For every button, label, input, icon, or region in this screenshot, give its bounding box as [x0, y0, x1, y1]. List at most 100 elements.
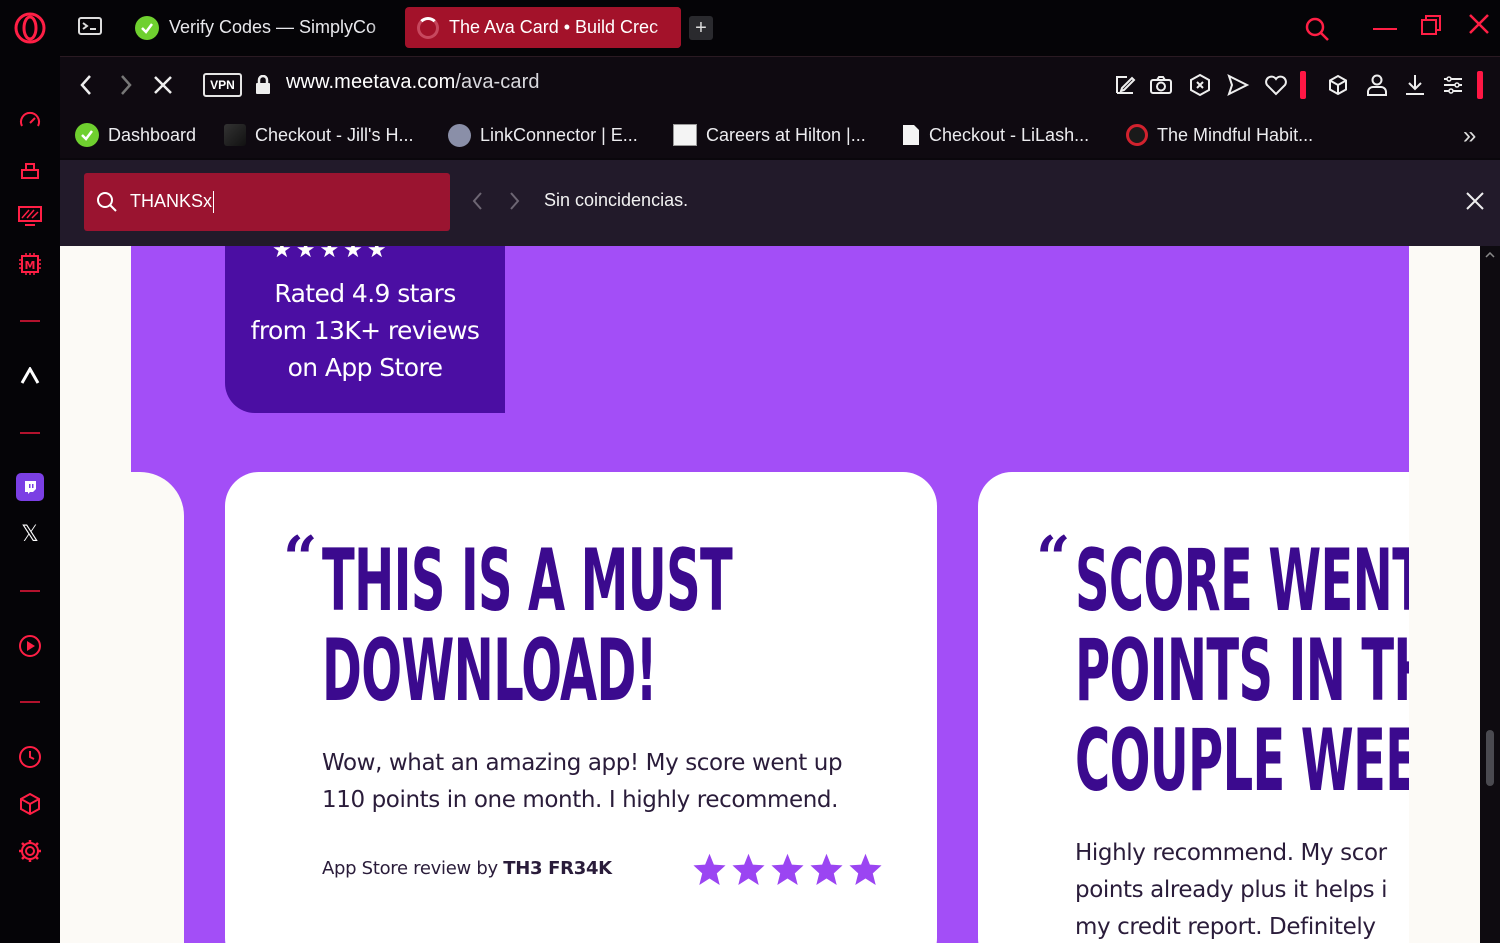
download-icon[interactable]: [1401, 71, 1429, 99]
bookmark-hilton[interactable]: Careers at Hilton |...: [673, 120, 866, 150]
aria-icon[interactable]: [12, 358, 48, 394]
history-icon[interactable]: [12, 739, 48, 775]
star-icon: [693, 853, 726, 886]
review-body: Wow, what an amazing app! My score went …: [322, 745, 843, 819]
tab-title: Verify Codes — SimplyCo: [169, 17, 377, 37]
review-stars: [692, 852, 883, 886]
bookmarks-bar: Dashboard Checkout - Jill's H... LinkCon…: [60, 112, 1500, 158]
sidebar-divider: [20, 590, 40, 592]
close-window-icon[interactable]: [1467, 12, 1491, 41]
vpn-badge[interactable]: VPN: [203, 73, 242, 97]
bookmark-dashboard[interactable]: Dashboard: [75, 120, 196, 150]
star-icon: [771, 853, 804, 886]
close-find-icon[interactable]: [1465, 191, 1485, 216]
search-icon: [97, 192, 117, 212]
find-previous-button[interactable]: [470, 190, 484, 217]
body-line: Highly recommend. My scor: [1075, 840, 1387, 866]
review-byline: App Store review by TH3 FR34K: [322, 858, 612, 879]
headline-line: COUPLE WEEI: [1075, 711, 1409, 811]
browser-window: M 𝕏 Verify Codes — SimplyCo The Ava Card…: [0, 0, 1500, 943]
find-input[interactable]: THANKSx: [84, 173, 450, 231]
forward-button[interactable]: [112, 71, 140, 99]
rating-line: Rated 4.9 stars: [274, 279, 456, 308]
scroll-up-icon[interactable]: [1485, 252, 1495, 258]
extensions-icon[interactable]: [12, 786, 48, 822]
rating-badge: ★★★★★ Rated 4.9 stars from 13K+ reviews …: [225, 246, 505, 413]
send-flow-icon[interactable]: [1224, 71, 1252, 99]
toolbar-divider: [1300, 71, 1306, 99]
document-icon: [903, 125, 919, 145]
find-next-button[interactable]: [508, 190, 522, 217]
web-page: ★★★★★ Rated 4.9 stars from 13K+ reviews …: [60, 246, 1480, 943]
linkconnector-icon: [448, 123, 471, 147]
bookmark-label: Checkout - LiLash...: [929, 124, 1090, 145]
bookmark-checkout-jills[interactable]: Checkout - Jill's H...: [224, 120, 413, 150]
snapshot-camera-icon[interactable]: [1147, 71, 1175, 99]
star-icon: [732, 853, 765, 886]
store-icon: [224, 124, 246, 146]
simplycodes-icon: [75, 123, 99, 147]
opera-logo-icon[interactable]: [12, 10, 48, 46]
ad-blocker-icon[interactable]: [1186, 71, 1214, 99]
rating-line: on App Store: [287, 353, 443, 382]
quote-mark-icon: “: [283, 524, 318, 594]
quote-mark-icon: “: [1036, 524, 1071, 594]
rating-stars-icon: ★★★★★: [272, 246, 391, 263]
lock-icon[interactable]: [255, 74, 271, 100]
loading-spinner-icon: [417, 16, 439, 39]
easy-setup-menu-icon[interactable]: [1439, 71, 1467, 99]
settings-gear-icon[interactable]: [12, 833, 48, 869]
byline-prefix: App Store review by: [322, 858, 504, 879]
url-path: /ava-card: [455, 71, 540, 93]
x-twitter-icon[interactable]: 𝕏: [12, 516, 48, 552]
extensions-cube-icon[interactable]: [1324, 71, 1352, 99]
scrollbar-thumb[interactable]: [1486, 730, 1494, 786]
bookmark-label: The Mindful Habit...: [1157, 124, 1314, 145]
tab-island-icon[interactable]: [76, 14, 104, 45]
rating-line: from 13K+ reviews: [250, 316, 480, 345]
sidebar: M 𝕏: [0, 0, 60, 943]
ram-limiter-icon[interactable]: M: [12, 246, 48, 282]
review-card: “ THIS IS A MUST DOWNLOAD! Wow, what an …: [225, 472, 937, 943]
mindful-icon: [1126, 124, 1148, 146]
headline-line: DOWNLOAD!: [322, 621, 658, 721]
bookmark-mindful-habit[interactable]: The Mindful Habit...: [1126, 120, 1313, 150]
easy-setup-icon[interactable]: [1111, 71, 1139, 99]
headline-line: POINTS IN TH: [1075, 621, 1409, 721]
back-button[interactable]: [72, 71, 100, 99]
url-field[interactable]: www.meetava.com/ava-card: [286, 71, 540, 94]
profile-icon[interactable]: [1363, 71, 1391, 99]
tab-ava-card[interactable]: The Ava Card • Build Crec: [405, 7, 681, 48]
star-icon: [810, 853, 843, 886]
review-body: Highly recommend. My scor points already…: [1075, 835, 1388, 943]
review-author: TH3 FR34K: [503, 858, 612, 879]
sidebar-divider: [20, 320, 40, 322]
scrollbar-track[interactable]: [1480, 246, 1500, 943]
bookmark-linkconnector[interactable]: LinkConnector | E...: [448, 120, 638, 150]
minimize-icon[interactable]: [1373, 28, 1397, 30]
review-headline: THIS IS A MUST DOWNLOAD!: [322, 531, 733, 721]
bookmarks-overflow-chevron-icon[interactable]: »: [1463, 122, 1476, 150]
simplycodes-icon: [135, 15, 159, 40]
find-query: THANKSx: [130, 190, 213, 211]
address-bar-row: VPN www.meetava.com/ava-card: [60, 56, 1500, 112]
tab-bar: Verify Codes — SimplyCo The Ava Card • B…: [60, 0, 1500, 56]
new-tab-button[interactable]: +: [689, 16, 713, 40]
url-host: www.meetava.com: [286, 71, 456, 93]
headline-line: THIS IS A MUST: [322, 531, 733, 631]
previous-card-edge: [131, 472, 184, 943]
hilton-icon: [673, 124, 697, 146]
game-icon[interactable]: [12, 152, 48, 188]
display-icon[interactable]: [12, 198, 48, 234]
find-status: Sin coincidencias.: [544, 190, 689, 210]
bookmark-checkout-lilash[interactable]: Checkout - LiLash...: [902, 120, 1089, 150]
restore-icon[interactable]: [1420, 14, 1442, 41]
stop-loading-button[interactable]: [149, 71, 177, 99]
player-icon[interactable]: [12, 628, 48, 664]
twitch-icon[interactable]: [12, 469, 48, 505]
tab-search-icon[interactable]: [1304, 16, 1330, 47]
heart-icon[interactable]: [1262, 71, 1290, 99]
speed-dial-icon[interactable]: [12, 104, 48, 140]
body-line: points already plus it helps i: [1075, 877, 1388, 903]
tab-verify-codes[interactable]: Verify Codes — SimplyCo: [123, 7, 399, 48]
